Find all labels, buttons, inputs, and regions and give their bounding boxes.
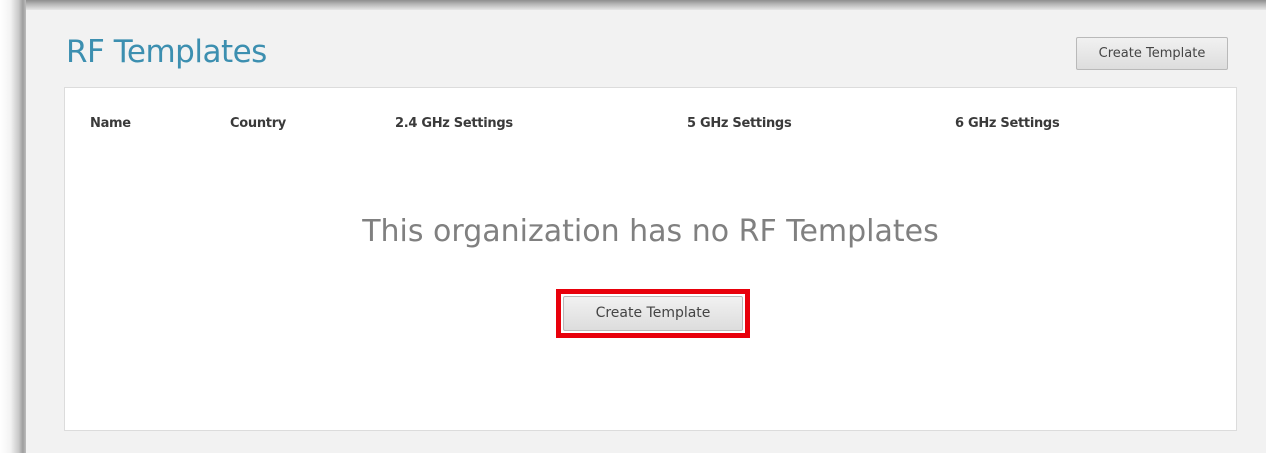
create-template-button-empty-state[interactable]: Create Template (563, 296, 743, 331)
column-header-24ghz-settings[interactable]: 2.4 GHz Settings (395, 116, 513, 131)
column-header-name[interactable]: Name (90, 116, 131, 131)
window-shadow-left (0, 0, 26, 453)
column-header-6ghz-settings[interactable]: 6 GHz Settings (955, 116, 1060, 131)
window-shadow-top (0, 0, 1266, 10)
page-title: RF Templates (66, 34, 267, 70)
column-header-country[interactable]: Country (230, 116, 286, 131)
rf-templates-page: RF Templates Create Template Name Countr… (26, 10, 1266, 453)
screenshot: RF Templates Create Template Name Countr… (0, 0, 1266, 453)
empty-state-message: This organization has no RF Templates (362, 214, 939, 249)
create-template-button-top[interactable]: Create Template (1076, 37, 1228, 70)
templates-table-panel: Name Country 2.4 GHz Settings 5 GHz Sett… (64, 87, 1237, 431)
column-header-5ghz-settings[interactable]: 5 GHz Settings (687, 116, 792, 131)
